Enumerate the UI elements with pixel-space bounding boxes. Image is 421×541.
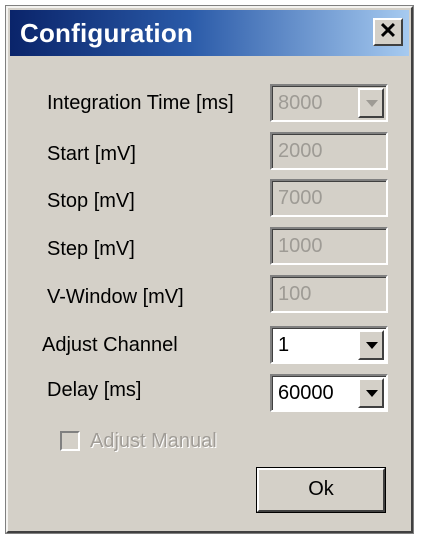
configuration-dialog: Configuration ✕ Integration Time [ms] 80… [6, 6, 413, 533]
adjust-channel-value: 1 [278, 334, 290, 356]
chevron-down-icon [366, 100, 378, 107]
stop-field: 7000 [270, 179, 388, 217]
adjust-channel-dropdown-button[interactable] [358, 330, 384, 360]
step-field: 1000 [270, 227, 388, 265]
start-field: 2000 [270, 132, 388, 170]
ok-button[interactable]: Ok [257, 468, 385, 512]
adjust-manual-checkbox [60, 431, 80, 451]
delay-dropdown-button[interactable] [358, 378, 384, 408]
delay-value: 60000 [278, 382, 334, 404]
step-value: 1000 [278, 235, 323, 257]
stop-label: Stop [mV] [47, 190, 135, 212]
v-window-label: V-Window [mV] [47, 286, 184, 308]
adjust-channel-dropdown[interactable]: 1 [270, 326, 388, 364]
title-bar[interactable]: Configuration ✕ [10, 10, 409, 56]
adjust-channel-label: Adjust Channel [42, 334, 178, 356]
v-window-value: 100 [278, 283, 312, 305]
step-label: Step [mV] [47, 238, 135, 260]
integration-time-value: 8000 [278, 92, 323, 114]
integration-time-dropdown-button [358, 88, 384, 118]
v-window-field: 100 [270, 275, 388, 313]
integration-time-label: Integration Time [ms] [47, 92, 234, 114]
close-button[interactable]: ✕ [373, 18, 403, 46]
delay-label: Delay [ms] [47, 379, 142, 401]
close-icon: ✕ [378, 18, 398, 43]
start-value: 2000 [278, 140, 323, 162]
chevron-down-icon [366, 390, 378, 397]
chevron-down-icon [366, 342, 378, 349]
delay-dropdown[interactable]: 60000 [270, 374, 388, 412]
window-title: Configuration [20, 18, 194, 48]
adjust-manual-label: Adjust Manual [90, 430, 217, 452]
start-label: Start [mV] [47, 143, 136, 165]
integration-time-dropdown: 8000 [270, 84, 388, 122]
stop-value: 7000 [278, 187, 323, 209]
